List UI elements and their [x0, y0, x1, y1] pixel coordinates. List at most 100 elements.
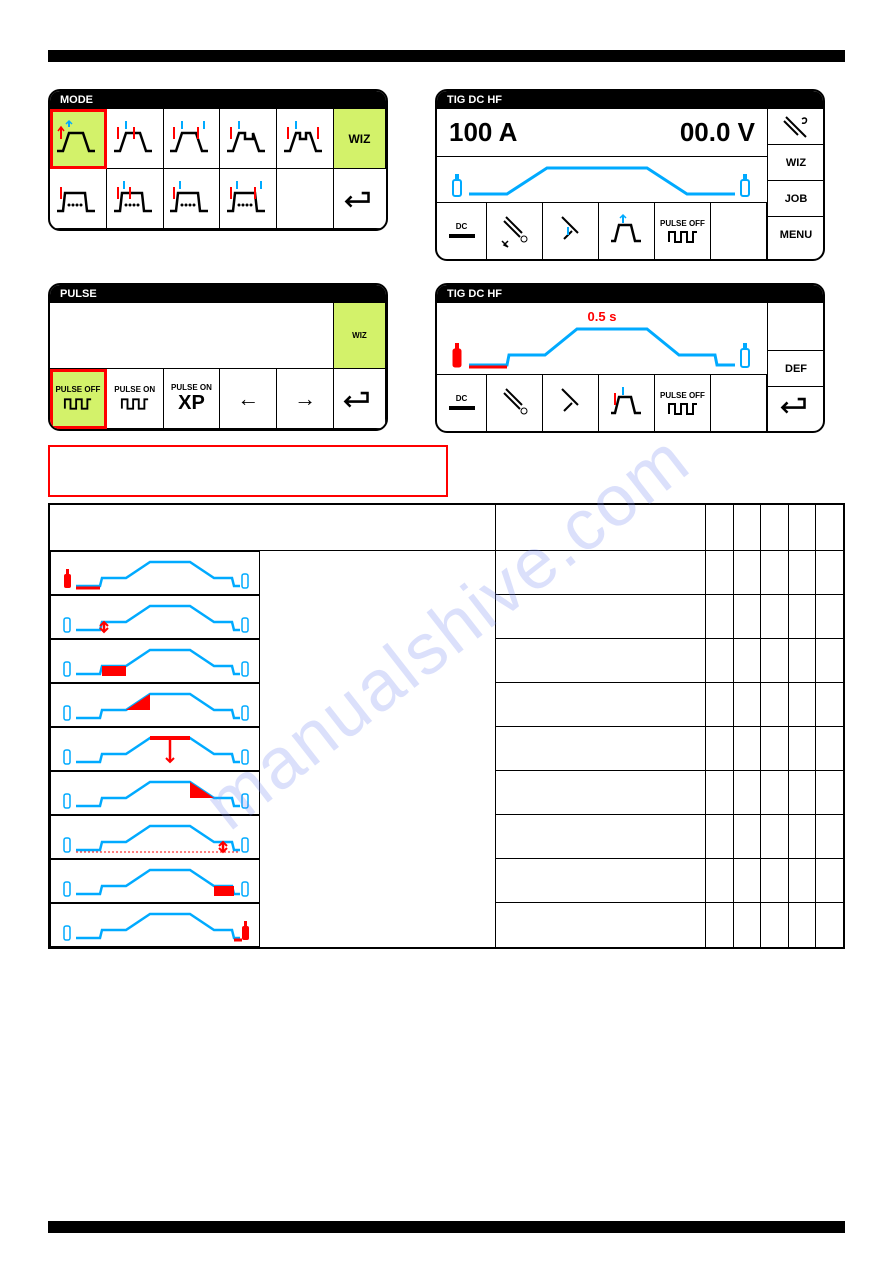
param-def	[733, 727, 760, 771]
mode-option-3[interactable]	[164, 109, 221, 169]
param-res	[815, 550, 844, 595]
torch-lift-icon	[543, 203, 599, 259]
pulse-panel-title: PULSE	[50, 285, 386, 303]
param-max	[761, 859, 788, 903]
param-torch-lift-icon	[543, 375, 599, 431]
mode-option-2t[interactable]	[50, 109, 107, 169]
param-unit	[788, 639, 815, 683]
param-icon-weldamp	[50, 727, 260, 771]
parameters-table	[48, 503, 845, 949]
mode-option-5[interactable]	[277, 109, 334, 169]
param-res	[815, 815, 844, 859]
param-desc	[496, 550, 706, 595]
voltage-readout: 00.0 V	[680, 117, 755, 148]
job-button[interactable]: JOB	[768, 181, 824, 217]
param-res	[815, 727, 844, 771]
param-status-row: DC PULSE OFF	[437, 375, 767, 431]
mode-option-2[interactable]	[107, 109, 164, 169]
table-row	[49, 550, 844, 595]
param-min	[706, 595, 733, 639]
torch-hf-icon	[487, 203, 543, 259]
param-unit	[788, 859, 815, 903]
param-def	[733, 639, 760, 683]
th-def	[733, 504, 760, 550]
param-unit	[788, 595, 815, 639]
th-max	[761, 504, 788, 550]
menu-button[interactable]: MENU	[768, 217, 824, 253]
mode-return-button[interactable]	[334, 169, 386, 229]
pulse-wiz-button[interactable]: WIZ	[334, 303, 386, 369]
param-res	[815, 595, 844, 639]
pulse-right-arrow[interactable]: →	[277, 369, 334, 429]
mode-option-4[interactable]	[220, 109, 277, 169]
param-res	[815, 903, 844, 948]
pulse-on-option[interactable]: PULSE ON	[107, 369, 164, 429]
mode-wiz-button[interactable]: WIZ	[334, 109, 386, 169]
pulse-left-arrow[interactable]: ←	[220, 369, 277, 429]
table-row	[49, 903, 844, 948]
param-min	[706, 815, 733, 859]
param-icon-startamp	[50, 595, 260, 639]
dc-indicator: DC	[437, 203, 487, 259]
param-icon-crateramp	[50, 815, 260, 859]
param-max	[761, 771, 788, 815]
mode-option-spot-2[interactable]	[107, 169, 164, 229]
param-display-panel: TIG DC HF 0.5 s DC PULSE OFF DEF	[435, 283, 825, 433]
param-icon-slopeup	[50, 683, 260, 727]
param-icon-starttime	[50, 639, 260, 683]
param-def	[733, 903, 760, 948]
param-def	[733, 595, 760, 639]
param-max	[761, 727, 788, 771]
th-unit	[788, 504, 815, 550]
main-panel-title: TIG DC HF	[437, 91, 823, 109]
param-desc	[496, 771, 706, 815]
pulse-panel: PULSE WIZ PULSE OFF PULSE ON PULSE ONXP …	[48, 283, 388, 431]
mode-option-spot-1[interactable]	[50, 169, 107, 229]
status-spacer	[711, 203, 767, 259]
pulse-off-option[interactable]: PULSE OFF	[50, 369, 107, 429]
param-def	[733, 550, 760, 595]
status-row: DC PULSE OFF	[437, 203, 767, 259]
mode-empty-cell	[277, 169, 334, 229]
param-return-button[interactable]	[768, 387, 824, 423]
param-value-label: 0.5 s	[588, 309, 617, 324]
footer-rule	[48, 1221, 845, 1233]
mode-option-spot-3[interactable]	[164, 169, 221, 229]
table-row	[49, 595, 844, 639]
param-res	[815, 639, 844, 683]
mode-option-spot-4[interactable]	[220, 169, 277, 229]
def-button[interactable]: DEF	[768, 351, 824, 387]
param-icon-slopedown	[50, 771, 260, 815]
param-icon-pregas	[50, 551, 260, 595]
main-curve-display	[437, 157, 767, 203]
param-min	[706, 550, 733, 595]
current-readout: 100 A	[449, 117, 517, 148]
pulse-status-icon: PULSE OFF	[655, 203, 711, 259]
param-icon-cratertime	[50, 859, 260, 903]
param-panel-title: TIG DC HF	[437, 285, 823, 303]
param-min	[706, 727, 733, 771]
table-row	[49, 815, 844, 859]
param-max	[761, 595, 788, 639]
param-min	[706, 771, 733, 815]
table-row	[49, 727, 844, 771]
main-display-panel: TIG DC HF 100 A 00.0 V DC PULSE OFF WIZ …	[435, 89, 825, 261]
param-desc	[496, 903, 706, 948]
table-row	[49, 683, 844, 727]
param-unit	[788, 903, 815, 948]
table-row	[49, 859, 844, 903]
th-res	[815, 504, 844, 550]
param-max	[761, 683, 788, 727]
param-desc	[496, 683, 706, 727]
param-mode-status-icon	[599, 375, 655, 431]
section-heading-box	[48, 445, 448, 497]
th-desc	[496, 504, 706, 550]
param-desc	[496, 727, 706, 771]
param-pulse-status-icon: PULSE OFF	[655, 375, 711, 431]
pulse-xp-option[interactable]: PULSE ONXP	[164, 369, 221, 429]
wiz-button[interactable]: WIZ	[768, 145, 824, 181]
param-min	[706, 639, 733, 683]
th-param	[49, 504, 496, 550]
pulse-return-button[interactable]	[334, 369, 386, 429]
readout-row: 100 A 00.0 V	[437, 109, 767, 157]
